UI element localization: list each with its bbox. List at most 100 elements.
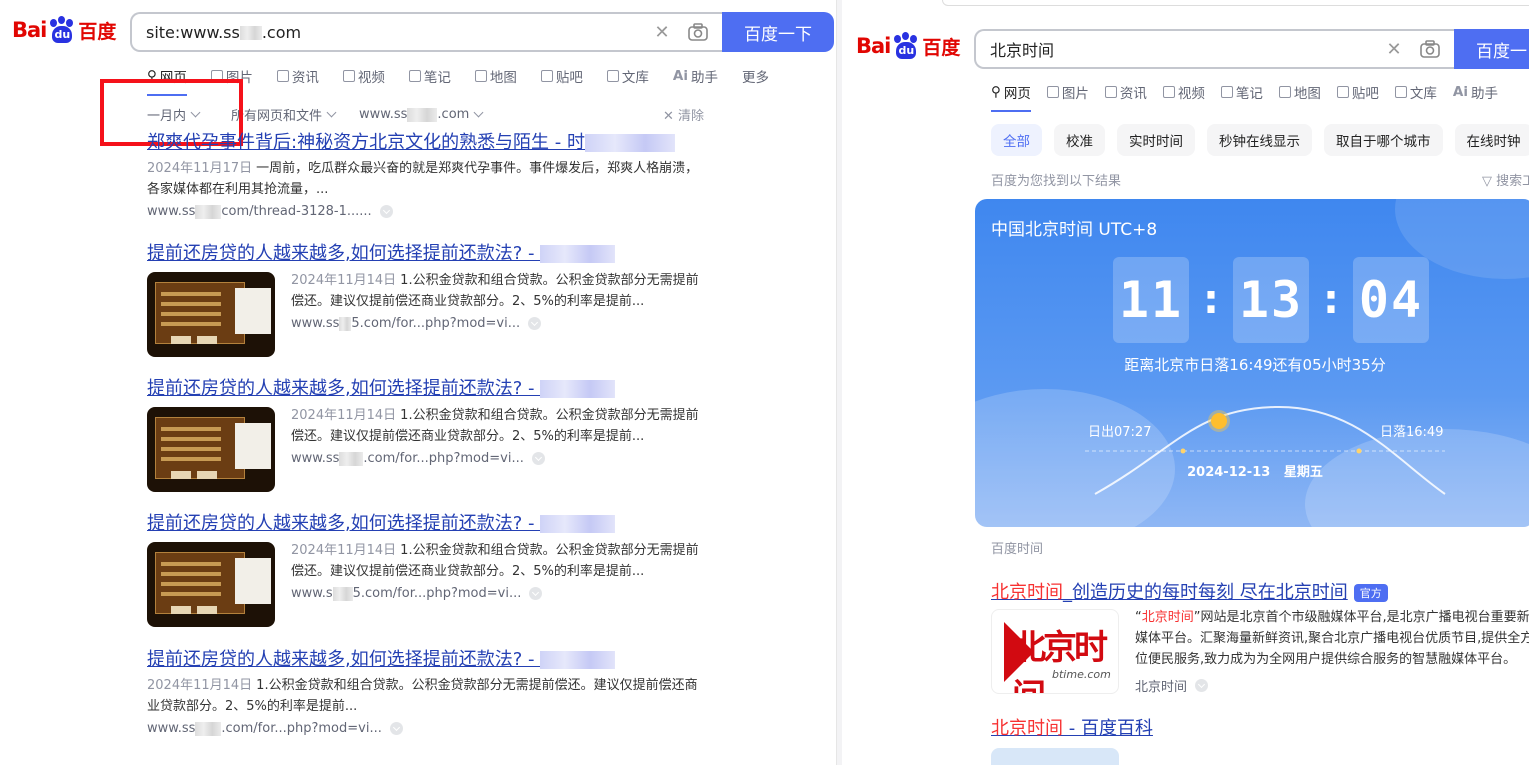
sunset-time: 日落16:49 bbox=[1380, 425, 1444, 440]
card-source[interactable]: 百度时间 bbox=[991, 538, 1043, 557]
search-result: 郑爽代孕事件背后:神秘资方北京文化的熟悉与陌生 - 时 2024年11月17日一… bbox=[147, 131, 717, 219]
result-title[interactable]: 提前还房贷的人越来越多,如何选择提前还款法? - bbox=[147, 377, 717, 401]
tab-more[interactable]: 更多 bbox=[742, 66, 769, 86]
tab-map[interactable]: 地图 bbox=[474, 66, 517, 86]
result-title[interactable]: 提前还房贷的人越来越多,如何选择提前还款法? - bbox=[147, 512, 717, 536]
nav-tabs: ⚲ 网页 图片 资讯 视频 笔记 地图 贴吧 文库 Ai 助手 bbox=[991, 82, 1498, 112]
tab-tieba[interactable]: 贴吧 bbox=[1336, 82, 1379, 102]
image-icon bbox=[1046, 86, 1059, 98]
result-title[interactable]: 北京时间 - 百度百科 bbox=[991, 714, 1153, 740]
redaction-blur bbox=[585, 134, 676, 152]
dropdown-icon[interactable] bbox=[1195, 679, 1209, 692]
tab-notes[interactable]: 笔记 bbox=[408, 66, 451, 86]
redaction-blur bbox=[540, 651, 616, 669]
tab-video[interactable]: 视频 bbox=[1162, 82, 1205, 102]
news-icon bbox=[1104, 86, 1117, 98]
camera-icon[interactable] bbox=[1418, 37, 1442, 61]
chip-seconds-online[interactable]: 秒钟在线显示 bbox=[1207, 124, 1312, 156]
tab-video[interactable]: 视频 bbox=[342, 66, 385, 86]
type-filter[interactable]: 所有网页和文件 bbox=[231, 105, 337, 124]
result-snippet: 2024年11月14日 1.公积金贷款和组合贷款。公积金贷款部分无需提前偿还。建议… bbox=[291, 273, 699, 309]
clock-minutes: 13 bbox=[1233, 257, 1309, 343]
baidu-logo[interactable]: Bai du 百度 bbox=[12, 16, 116, 44]
result-thumbnail[interactable] bbox=[991, 748, 1119, 765]
chip-realtime[interactable]: 实时时间 bbox=[1117, 124, 1195, 156]
nav-tabs: ⚲ 网页 图片 资讯 视频 笔记 地图 贴吧 文库 Ai 助手 更多 bbox=[147, 66, 793, 96]
sunset-countdown: 距离北京市日落16:49还有05小时35分 bbox=[1124, 356, 1386, 374]
result-title[interactable]: 北京时间_创造历史的每时每刻 尽在北京时间 官方 bbox=[991, 578, 1388, 604]
clear-icon[interactable]: ✕ bbox=[1382, 37, 1406, 61]
redaction-blur bbox=[540, 380, 616, 398]
tab-assistant[interactable]: Ai 助手 bbox=[673, 66, 718, 86]
search-input[interactable]: site:www.ss .com bbox=[146, 23, 650, 42]
clear-filters-button[interactable]: ✕ 清除 bbox=[663, 105, 704, 124]
tab-assistant[interactable]: Ai 助手 bbox=[1453, 82, 1498, 102]
logo-text-bai: Bai bbox=[856, 34, 891, 58]
search-result: 提前还房贷的人越来越多,如何选择提前还款法? - 2024年11月14日 1.公积… bbox=[147, 648, 717, 736]
tieba-icon bbox=[1336, 86, 1349, 98]
result-source[interactable]: www.ss .com/for...php?mod=vi... bbox=[291, 451, 707, 466]
dropdown-icon[interactable] bbox=[389, 722, 403, 735]
search-button[interactable]: 百度一 bbox=[1454, 29, 1529, 69]
doc-icon bbox=[606, 70, 619, 82]
result-title[interactable]: 郑爽代孕事件背后:神秘资方北京文化的熟悉与陌生 - 时 bbox=[147, 131, 717, 155]
btime-logo[interactable]: 北京时间 btime.com bbox=[991, 609, 1119, 694]
official-badge: 官方 bbox=[1353, 584, 1388, 602]
search-tools-button[interactable]: ▽ 搜索工 bbox=[1482, 170, 1529, 189]
dropdown-icon[interactable] bbox=[379, 205, 393, 218]
result-source[interactable]: www.ss com/thread-3128-1...... bbox=[147, 204, 717, 219]
tab-tieba[interactable]: 贴吧 bbox=[540, 66, 583, 86]
chip-all[interactable]: 全部 bbox=[991, 124, 1042, 156]
chip-online-clock[interactable]: 在线时钟 bbox=[1454, 124, 1529, 156]
logo-text-du: 百度 bbox=[922, 36, 961, 59]
sun-icon bbox=[1211, 413, 1227, 429]
result-title[interactable]: 提前还房贷的人越来越多,如何选择提前还款法? - bbox=[147, 242, 717, 266]
result-source[interactable]: 北京时间 bbox=[1135, 676, 1209, 695]
redaction-blur bbox=[540, 245, 616, 263]
clear-icon[interactable]: ✕ bbox=[650, 20, 674, 44]
search-box[interactable]: 北京时间 ✕ bbox=[974, 29, 1454, 69]
search-icon: ⚲ bbox=[991, 84, 1001, 100]
camera-icon[interactable] bbox=[686, 20, 710, 44]
dropdown-icon[interactable] bbox=[529, 587, 543, 600]
tab-map[interactable]: 地图 bbox=[1278, 82, 1321, 102]
chevron-down-icon bbox=[326, 107, 337, 118]
tieba-icon bbox=[540, 70, 553, 82]
search-box[interactable]: site:www.ss .com ✕ bbox=[130, 12, 722, 52]
result-thumbnail[interactable] bbox=[147, 272, 275, 357]
search-result: 提前还房贷的人越来越多,如何选择提前还款法? - 2024年11月14日 1.公积… bbox=[147, 512, 717, 627]
ai-icon: Ai bbox=[1452, 84, 1468, 100]
result-snippet: “北京时间”网站是北京首个市级融媒体平台,是北京广播电视台重要新媒体平台。汇聚海… bbox=[1135, 610, 1529, 667]
result-source[interactable]: www.s 5.com/for...php?mod=vi... bbox=[291, 586, 707, 601]
result-thumbnail[interactable] bbox=[147, 542, 275, 627]
tab-web[interactable]: ⚲ 网页 bbox=[991, 82, 1031, 112]
chip-which-city[interactable]: 取自于哪个城市 bbox=[1324, 124, 1443, 156]
note-icon bbox=[1220, 86, 1233, 98]
result-source[interactable]: www.ss .com/for...php?mod=vi... bbox=[147, 721, 717, 736]
result-thumbnail[interactable] bbox=[147, 407, 275, 492]
chip-calibrate[interactable]: 校准 bbox=[1054, 124, 1105, 156]
result-source[interactable]: www.ss 5.com/for...php?mod=vi... bbox=[291, 316, 707, 331]
suggestion-chips: 全部 校准 实时时间 秒钟在线显示 取自于哪个城市 在线时钟 bbox=[991, 124, 1529, 156]
tab-wenku[interactable]: 文库 bbox=[1394, 82, 1437, 102]
digital-clock: 11 : 13 : 04 bbox=[1113, 257, 1429, 343]
result-snippet: 2024年11月17日 一周前，吃瓜群众最兴奋的就是郑爽代孕事件。事件爆发后，郑爽… bbox=[147, 161, 699, 197]
tab-notes[interactable]: 笔记 bbox=[1220, 82, 1263, 102]
result-snippet: 2024年11月14日 1.公积金贷款和组合贷款。公积金贷款部分无需提前偿还。建议… bbox=[147, 678, 698, 714]
site-filter[interactable]: www.ss .com bbox=[359, 107, 484, 122]
tab-wenku[interactable]: 文库 bbox=[606, 66, 649, 86]
dropdown-icon[interactable] bbox=[531, 452, 545, 465]
time-card-title: 中国北京时间 UTC+8 bbox=[991, 220, 1158, 240]
redaction-blur bbox=[540, 515, 616, 533]
tab-news[interactable]: 资讯 bbox=[276, 66, 319, 86]
search-input[interactable]: 北京时间 bbox=[990, 37, 1382, 61]
paw-icon: du bbox=[47, 16, 77, 44]
baidu-logo[interactable]: Bai du 百度 bbox=[856, 32, 960, 60]
dropdown-icon[interactable] bbox=[528, 317, 542, 330]
search-result: 提前还房贷的人越来越多,如何选择提前还款法? - 2024年11月14日 1.公积… bbox=[147, 377, 717, 492]
tab-news[interactable]: 资讯 bbox=[1104, 82, 1147, 102]
logo-text-bai: Bai bbox=[12, 18, 47, 42]
tab-images[interactable]: 图片 bbox=[1046, 82, 1089, 102]
result-title[interactable]: 提前还房贷的人越来越多,如何选择提前还款法? - bbox=[147, 648, 717, 672]
search-button[interactable]: 百度一下 bbox=[722, 12, 834, 52]
